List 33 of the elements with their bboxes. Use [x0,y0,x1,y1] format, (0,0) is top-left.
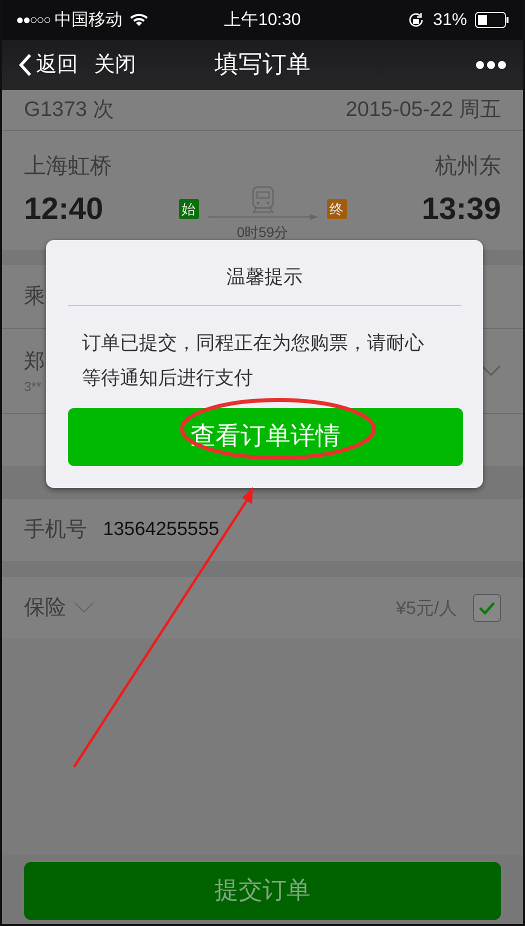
page-title: 填写订单 [214,51,310,78]
insurance-checkbox[interactable] [473,594,501,622]
dialog-title: 温馨提示 [226,266,304,290]
duration: 0时59分 [236,223,288,242]
passenger-label: 乘 [24,284,45,310]
back-link[interactable]: 返回 [18,49,78,81]
check-icon [478,601,496,615]
carrier-name: 中国移动 [54,9,122,32]
phone-label: 手机号 [24,517,87,544]
departure-time: 12:40 [24,190,104,228]
chevron-down-icon[interactable] [481,365,501,377]
train-number: G1373 次 [24,97,114,124]
wifi-icon [130,13,148,27]
arrival-time: 13:39 [422,190,501,228]
close-link[interactable]: 关闭 [94,49,136,81]
battery-percent: 31% [432,9,468,32]
arrival-station: 杭州东 [435,152,501,180]
end-tag: 终 [326,199,346,219]
battery-icon [475,12,510,28]
dialog-message: 订单已提交，同程正在为您购票，请耐心等待通知后进行支付 [82,332,425,390]
clock-time: 上午10:30 [224,9,301,32]
train-icon [250,186,276,214]
signal-strength: ●●○○○ [16,11,50,30]
insurance-label: 保险 [24,595,66,622]
rotation-lock-icon [406,11,425,29]
start-tag: 始 [178,199,198,219]
more-icon[interactable] [475,60,507,70]
passenger-name: 郑 [24,348,45,374]
submit-order-button[interactable]: 提交订单 [24,862,501,920]
departure-station: 上海虹桥 [24,152,112,180]
phone-number[interactable]: 13564255555 [103,516,220,544]
travel-date: 2015-05-22 周五 [346,97,501,124]
chevron-left-icon [18,53,32,77]
